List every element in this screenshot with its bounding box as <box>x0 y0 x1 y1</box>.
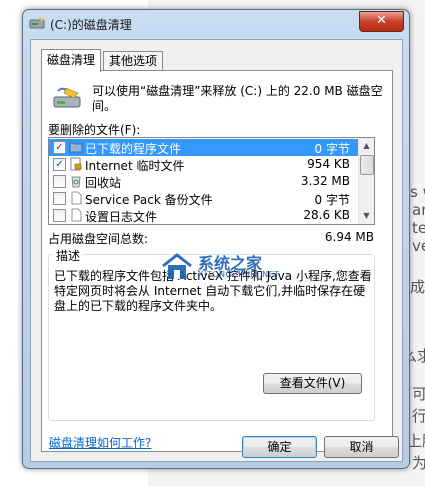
background-text: 为 <box>412 454 425 472</box>
tab-more-options[interactable]: 其他选项 <box>103 51 164 71</box>
background-text: 行 <box>412 407 425 425</box>
file-size: 28.6 KB <box>303 208 350 222</box>
disk-cleanup-icon <box>29 17 45 29</box>
total-space-value: 6.94 MB <box>324 230 374 244</box>
total-space-label: 占用磁盘空间总数: <box>48 232 149 246</box>
close-button[interactable]: ✕ <box>359 11 404 32</box>
files-to-delete-label: 要删除的文件(F): <box>48 123 141 137</box>
background-text: ter <box>412 219 425 237</box>
file-name: 设置日志文件 <box>85 210 158 224</box>
checkbox[interactable]: ✓ <box>53 141 66 154</box>
disk-cleanup-dialog: (C:)的磁盘清理 ✕ 磁盘清理 其他选项 可以使用“磁盘清理”来释放 (C:)… <box>22 9 410 469</box>
description-title: 描述 <box>53 247 84 264</box>
scroll-down-icon[interactable]: ▼ <box>360 209 373 223</box>
folder-icon <box>69 142 83 153</box>
background-text: 成 <box>410 278 425 296</box>
view-files-button[interactable]: 查看文件(V) <box>263 373 362 394</box>
file-name: 已下载的程序文件 <box>85 142 182 156</box>
checkbox[interactable] <box>53 192 66 205</box>
list-item[interactable]: Service Pack 备份文件 0 字节 <box>49 190 358 207</box>
checkbox[interactable]: ✓ <box>53 158 66 171</box>
file-size: 3.32 MB <box>300 174 350 188</box>
list-scrollbar[interactable]: ▲ ▼ <box>358 138 374 224</box>
files-to-delete-list[interactable]: ✓ 已下载的程序文件 0 字节 ✓ Internet 临时文件 954 KB 回… <box>48 137 375 225</box>
file-name: Internet 临时文件 <box>85 159 185 173</box>
list-item[interactable]: 回收站 3.32 MB <box>49 173 358 190</box>
ok-button[interactable]: 确定 <box>242 436 317 458</box>
background-text: s w <box>410 183 425 201</box>
lock-file-icon <box>70 157 82 171</box>
dialog-title: (C:)的磁盘清理 <box>50 18 132 32</box>
checkbox[interactable] <box>53 209 66 222</box>
background-text: 可 <box>412 385 425 403</box>
recycle-bin-icon <box>71 176 81 188</box>
watermark-subtext: XITONGZHIJIA.NET <box>198 270 280 279</box>
file-icon <box>71 191 82 205</box>
help-link[interactable]: 磁盘清理如何工作? <box>49 434 151 451</box>
checkbox[interactable] <box>53 175 66 188</box>
list-item[interactable]: 设置日志文件 28.6 KB <box>49 207 358 224</box>
tab-disk-cleanup[interactable]: 磁盘清理 <box>41 49 102 72</box>
house-logo-icon <box>162 253 192 279</box>
file-icon <box>71 208 82 222</box>
scroll-thumb[interactable] <box>360 155 374 175</box>
file-name: 回收站 <box>85 176 122 190</box>
cancel-button[interactable]: 取消 <box>324 436 399 458</box>
watermark-logo: 系统之家 XITONGZHIJIA.NET <box>160 250 280 284</box>
file-size: 0 字节 <box>314 193 350 207</box>
file-size: 954 KB <box>307 157 350 171</box>
title-bar[interactable]: (C:)的磁盘清理 ✕ <box>23 10 409 36</box>
list-item[interactable]: ✓ Internet 临时文件 954 KB <box>49 156 358 173</box>
drive-cleanup-icon <box>53 87 81 108</box>
file-name: Service Pack 备份文件 <box>85 193 213 207</box>
background-text: ve <box>412 237 425 255</box>
scroll-up-icon[interactable]: ▲ <box>360 139 373 153</box>
background-text: an <box>412 201 425 219</box>
intro-text: 可以使用“磁盘清理”来释放 (C:) 上的 22.0 MB 磁盘空间。 <box>92 84 383 113</box>
list-item[interactable]: ✓ 已下载的程序文件 0 字节 <box>49 139 358 156</box>
file-size: 0 字节 <box>314 142 350 156</box>
